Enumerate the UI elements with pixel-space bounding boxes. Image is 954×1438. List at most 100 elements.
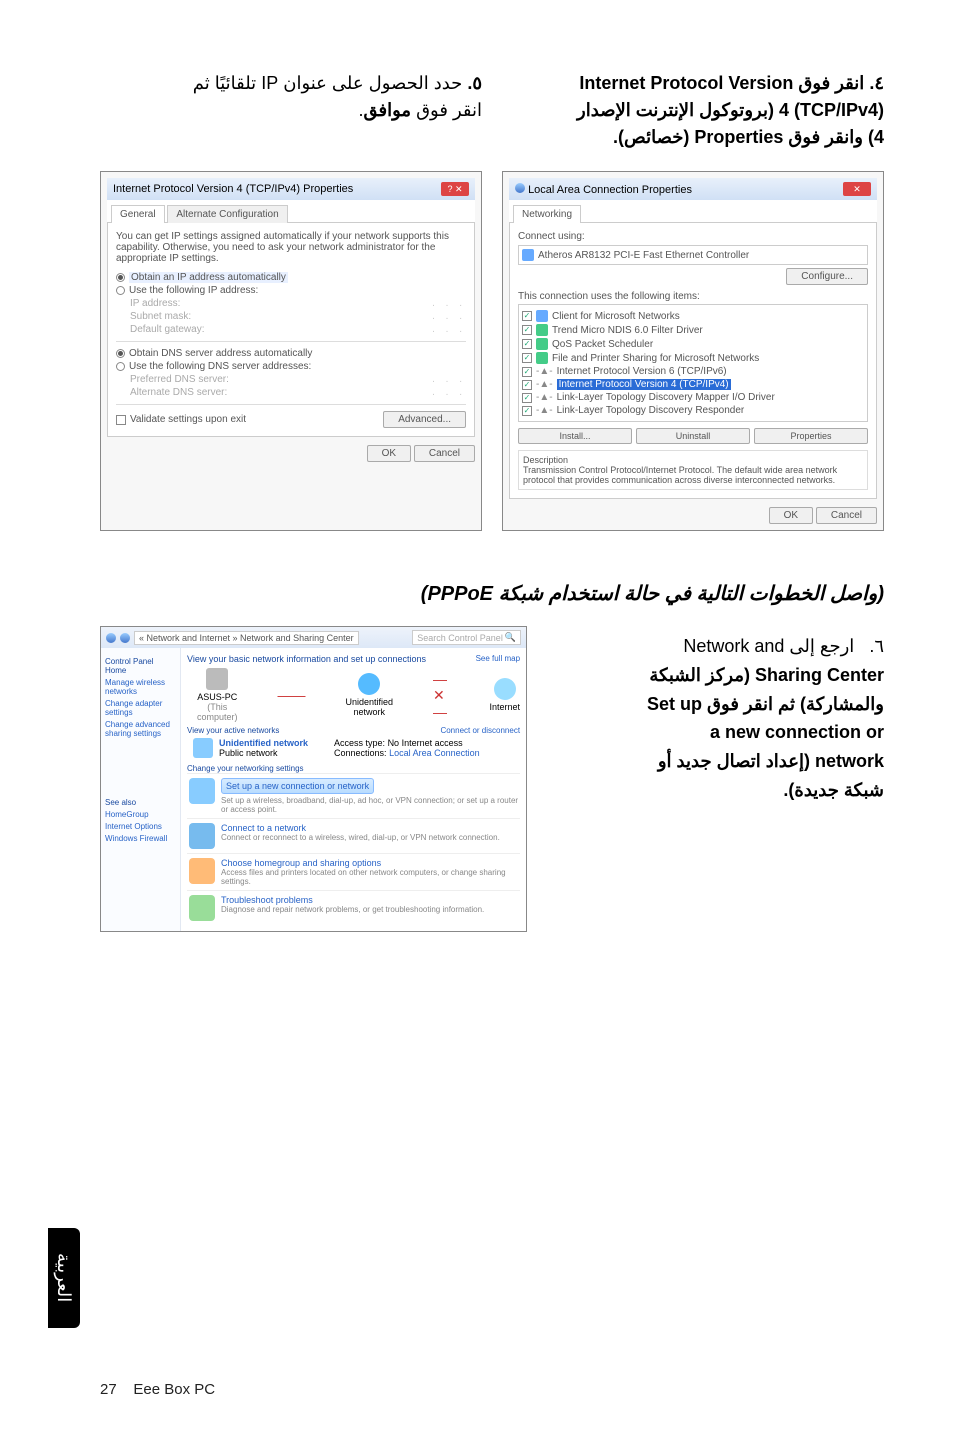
advanced-button[interactable]: Advanced... [383, 411, 466, 428]
service-icon [536, 352, 548, 364]
adapter-icon [522, 249, 534, 261]
side-item[interactable]: Change adapter settings [105, 699, 176, 717]
checkbox-icon[interactable] [522, 406, 532, 416]
item-lltd-responder[interactable]: Link-Layer Topology Discovery Responder [557, 405, 745, 416]
step5-l2a: انقر فوق [411, 100, 482, 120]
pc-icon [206, 668, 228, 690]
x-icon: —✕— [433, 671, 449, 720]
pc-label: ASUS-PC [197, 692, 237, 702]
network-icon [515, 183, 525, 193]
radio-obtain-dns[interactable]: Obtain DNS server address automatically [129, 348, 312, 359]
homegroup-link[interactable]: Choose homegroup and sharing options [221, 858, 381, 868]
properties-button[interactable]: Properties [754, 428, 868, 444]
radio-use-ip[interactable]: Use the following IP address: [129, 285, 258, 296]
ipv4-desc: You can get IP settings assigned automat… [116, 231, 466, 264]
desc-label: Description [523, 455, 863, 465]
lac-properties-dialog: Local Area Connection Properties ✕ Netwo… [502, 171, 884, 531]
radio-use-dns[interactable]: Use the following DNS server addresses: [129, 361, 311, 372]
validate-check[interactable]: Validate settings upon exit [130, 414, 246, 425]
radio-icon[interactable] [116, 349, 125, 358]
step5-l1: حدد الحصول على عنوان IP تلقائيًا ثم [193, 73, 463, 93]
checkbox-icon[interactable] [522, 325, 532, 335]
tab-general[interactable]: General [111, 205, 165, 223]
troubleshoot-link[interactable]: Troubleshoot problems [221, 895, 313, 905]
tab-networking[interactable]: Networking [513, 205, 581, 223]
ok-button[interactable]: OK [367, 445, 411, 462]
install-button[interactable]: Install... [518, 428, 632, 444]
dns1-field: . . . [432, 374, 466, 385]
ipv4-title: Internet Protocol Version 4 (TCP/IPv4) P… [113, 183, 353, 195]
adapter-name: Atheros AR8132 PCI-E Fast Ethernet Contr… [538, 250, 749, 261]
checkbox-icon[interactable] [116, 415, 126, 425]
search-icon[interactable]: 🔍 [505, 632, 516, 643]
checkbox-icon[interactable] [522, 367, 532, 377]
page-number: 27 [100, 1381, 117, 1398]
item-qos[interactable]: QoS Packet Scheduler [552, 339, 653, 350]
cancel-button[interactable]: Cancel [816, 507, 877, 524]
item-trend[interactable]: Trend Micro NDIS 6.0 Filter Driver [552, 325, 703, 336]
language-tab: العربية [48, 1228, 80, 1328]
ok-button[interactable]: OK [769, 507, 813, 524]
ip-field: . . . [432, 298, 466, 309]
setup-connection-link[interactable]: Set up a new connection or network [221, 778, 374, 794]
item-lltd-mapper[interactable]: Link-Layer Topology Discovery Mapper I/O… [557, 392, 775, 403]
also-item[interactable]: Windows Firewall [105, 834, 176, 843]
side-item[interactable]: Manage wireless networks [105, 678, 176, 696]
active-title: View your active networks [187, 726, 279, 735]
uninstall-button[interactable]: Uninstall [636, 428, 750, 444]
ipv4-properties-dialog: Internet Protocol Version 4 (TCP/IPv4) P… [100, 171, 482, 531]
radio-icon[interactable] [116, 286, 125, 295]
setup-icon [189, 778, 215, 804]
breadcrumb[interactable]: « Network and Internet » Network and Sha… [134, 631, 359, 645]
conn-label: Connections: [334, 748, 387, 758]
public-net: Public network [219, 748, 278, 758]
close-icon[interactable]: ✕ [843, 182, 871, 196]
cancel-button[interactable]: Cancel [414, 445, 475, 462]
step6-l2: Sharing Center (مركز الشبكة [649, 665, 884, 685]
connect-link[interactable]: Connect or disconnect [440, 726, 520, 735]
connect-network-link[interactable]: Connect to a network [221, 823, 306, 833]
lac-link[interactable]: Local Area Connection [389, 748, 480, 758]
no-internet: No Internet access [388, 738, 463, 748]
label-dns2: Alternate DNS server: [130, 387, 227, 398]
step6-l6: شبكة جديدة). [783, 780, 884, 800]
tab-alternate[interactable]: Alternate Configuration [167, 205, 287, 223]
see-full-map[interactable]: See full map [476, 654, 520, 664]
unid-net[interactable]: Unidentified network [219, 738, 308, 748]
step4-num: ٤. [869, 73, 884, 93]
back-icon[interactable] [106, 633, 116, 643]
item-client[interactable]: Client for Microsoft Networks [552, 311, 680, 322]
radio-icon[interactable] [116, 362, 125, 371]
view-title: View your basic network information and … [187, 654, 426, 664]
desc-text: Transmission Control Protocol/Internet P… [523, 465, 863, 485]
radio-obtain-ip[interactable]: Obtain an IP address automatically [129, 272, 288, 283]
access-label: Access type: [334, 738, 385, 748]
configure-button[interactable]: Configure... [786, 268, 868, 285]
checkbox-icon[interactable] [522, 311, 532, 321]
checkbox-icon[interactable] [522, 339, 532, 349]
dns2-field: . . . [432, 387, 466, 398]
side-item[interactable]: Change advanced sharing settings [105, 720, 176, 738]
item-fileshare[interactable]: File and Printer Sharing for Microsoft N… [552, 353, 759, 364]
label-dns1: Preferred DNS server: [130, 374, 229, 385]
also-item[interactable]: Internet Options [105, 822, 176, 831]
close-icon[interactable]: ? ✕ [441, 182, 469, 196]
network-icon [358, 673, 380, 695]
item-ipv4[interactable]: Internet Protocol Version 4 (TCP/IPv4) [557, 379, 731, 390]
uses-items-label: This connection uses the following items… [518, 291, 868, 302]
checkbox-icon[interactable] [522, 393, 532, 403]
connect-icon [189, 823, 215, 849]
step6-l1: ارجع إلى Network and [683, 636, 854, 656]
also-item[interactable]: HomeGroup [105, 810, 176, 819]
lac-title: Local Area Connection Properties [528, 184, 692, 196]
checkbox-icon[interactable] [522, 380, 532, 390]
network-icon [193, 738, 213, 758]
client-icon [536, 310, 548, 322]
radio-icon[interactable] [116, 273, 125, 282]
checkbox-icon[interactable] [522, 353, 532, 363]
forward-icon[interactable] [120, 633, 130, 643]
unid-label: Unidentified network [346, 697, 394, 717]
item-ipv6[interactable]: Internet Protocol Version 6 (TCP/IPv6) [557, 366, 727, 377]
search-input[interactable]: Search Control Panel [417, 633, 503, 643]
sharing-center-window: « Network and Internet » Network and Sha… [100, 626, 527, 932]
